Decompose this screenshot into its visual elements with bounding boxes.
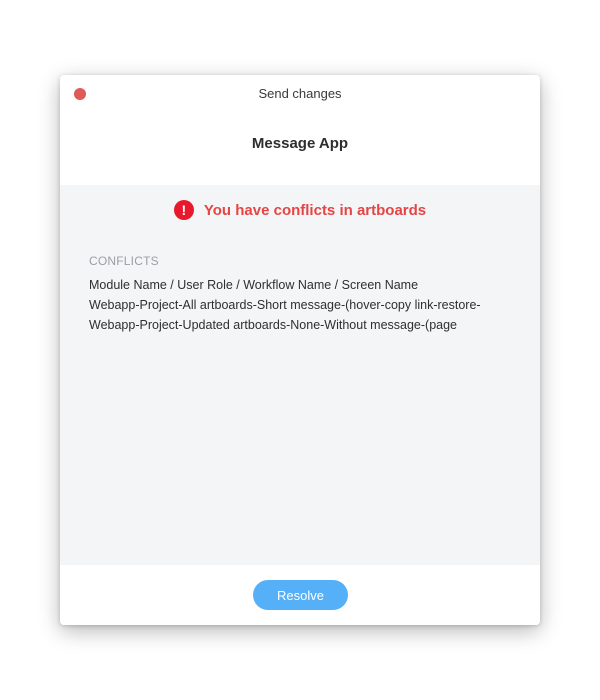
conflict-item: Webapp-Project-All artboards-Short messa… — [89, 298, 481, 312]
resolve-button[interactable]: Resolve — [253, 580, 348, 610]
conflict-alert: ! You have conflicts in artboards — [60, 200, 540, 220]
title-bar: Send changes — [60, 75, 540, 113]
app-name: Message App — [251, 135, 349, 152]
window-title: Send changes — [258, 86, 342, 101]
send-changes-dialog: Send changes Message App ! You have conf… — [60, 75, 540, 625]
conflict-list: Module Name / User Role / Workflow Name … — [89, 275, 520, 335]
conflicts-section-label: CONFLICTS — [89, 254, 159, 268]
dialog-header: Message App — [60, 113, 540, 185]
alert-message: You have conflicts in artboards — [203, 201, 427, 219]
exclamation-icon: ! — [173, 200, 194, 220]
conflicts-panel: ! You have conflicts in artboards CONFLI… — [60, 185, 540, 565]
conflict-item: Webapp-Project-Updated artboards-None-Wi… — [89, 318, 458, 332]
conflict-column-header: Module Name / User Role / Workflow Name … — [89, 278, 419, 292]
dialog-footer: Resolve — [60, 565, 540, 625]
